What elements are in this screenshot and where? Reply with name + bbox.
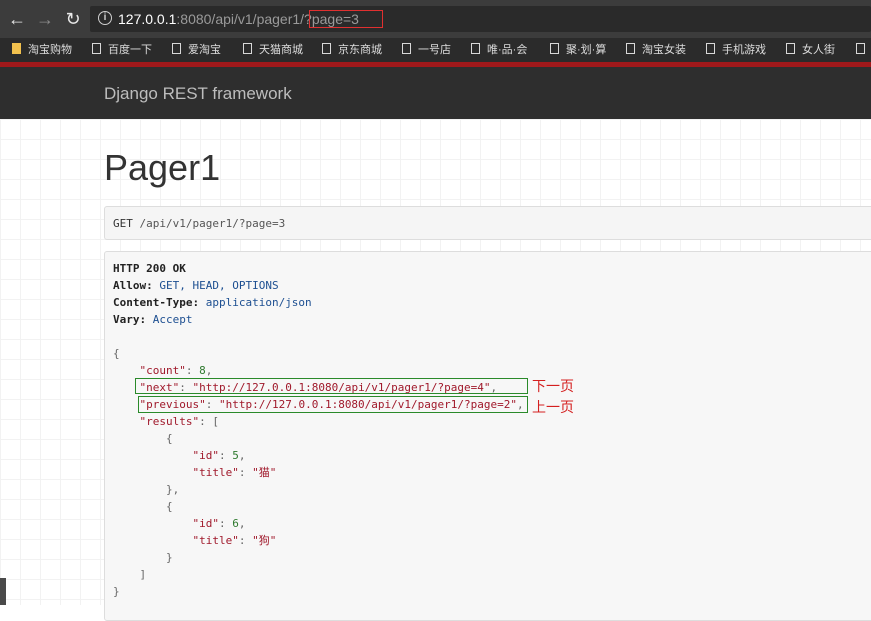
page-icon <box>856 43 865 54</box>
page-content: Pager1 GET /api/v1/pager1/?page=3 HTTP 2… <box>0 119 871 621</box>
page-icon <box>172 43 181 54</box>
bookmark-item[interactable]: 京东商城 <box>322 42 382 58</box>
page-icon <box>706 43 715 54</box>
request-info: GET /api/v1/pager1/?page=3 <box>104 206 871 240</box>
response-header: Content-Type: application/json <box>113 296 312 309</box>
bookmark-label: 京东商城 <box>338 44 382 56</box>
response-header: Allow: GET, HEAD, OPTIONS <box>113 279 279 292</box>
bookmarks-bar: 淘宝购物 百度一下 爱淘宝 天猫商城 京东商城 一号店 唯·品·会 聚·划·算 … <box>0 38 871 62</box>
drf-navbar: Django REST framework <box>0 67 871 119</box>
info-icon[interactable]: i <box>98 11 112 25</box>
bookmark-label: 天猫商城 <box>259 44 303 56</box>
bookmark-label: 聚·划·算 <box>566 44 607 56</box>
bookmark-item[interactable]: 淘宝女装 <box>626 42 686 58</box>
bookmark-item[interactable]: 爱淘宝 <box>172 42 221 58</box>
json-item-title: "title": "猫" <box>192 466 277 479</box>
bookmark-label: 百度一下 <box>108 44 152 56</box>
page-icon <box>471 43 480 54</box>
request-method: GET <box>113 217 133 230</box>
url-host: 127.0.0.1 <box>118 11 177 27</box>
forward-icon[interactable]: → <box>34 8 56 30</box>
json-results-close: ] <box>139 568 147 581</box>
page-icon <box>402 43 411 54</box>
bookmark-label: 女人街 <box>802 44 835 56</box>
next-page-annotation: 下一页 <box>532 378 574 394</box>
url-query-highlight <box>309 10 383 28</box>
bookmark-item[interactable]: 手机游戏 <box>706 42 766 58</box>
previous-highlight-box <box>138 396 528 413</box>
bookmark-label: 淘宝购物 <box>28 44 72 56</box>
address-bar[interactable]: i 127.0.0.1:8080/api/v1/pager1/?page=3 <box>90 6 871 32</box>
bookmark-item[interactable]: 淘宝购物 <box>12 42 72 58</box>
json-open-brace: { <box>113 347 120 360</box>
json-item-id: "id": 5, <box>192 449 246 462</box>
bookmark-item[interactable]: 百度一下 <box>92 42 152 58</box>
response-info: HTTP 200 OK Allow: GET, HEAD, OPTIONS Co… <box>104 251 871 621</box>
folder-icon <box>12 43 21 54</box>
json-item-id: "id": 6, <box>192 517 246 530</box>
page-title: Pager1 <box>104 147 221 188</box>
bookmark-label: 唯·品·会 <box>487 44 528 56</box>
bookmark-item[interactable]: 一号店 <box>402 42 451 58</box>
brand-link[interactable]: Django REST framework <box>104 84 292 104</box>
json-count-line: "count": 8, <box>139 364 213 377</box>
page-icon <box>243 43 252 54</box>
response-status: HTTP 200 OK <box>113 262 186 275</box>
page-icon <box>92 43 101 54</box>
bookmark-overflow[interactable] <box>856 42 871 58</box>
request-line: GET /api/v1/pager1/?page=3 <box>113 217 285 230</box>
bookmark-label: 手机游戏 <box>722 44 766 56</box>
url-path: :8080/api/v1/pager1/ <box>176 11 305 27</box>
page-icon <box>626 43 635 54</box>
page-icon <box>322 43 331 54</box>
json-close-brace: } <box>113 585 120 598</box>
bookmark-label: 一号店 <box>418 44 451 56</box>
bookmark-label: 爱淘宝 <box>188 44 221 56</box>
browser-toolbar: ← → ↻ i 127.0.0.1:8080/api/v1/pager1/?pa… <box>0 0 871 38</box>
bookmark-item[interactable]: 唯·品·会 <box>471 42 527 58</box>
back-icon[interactable]: ← <box>6 8 28 30</box>
json-item-title: "title": "狗" <box>192 534 277 547</box>
bookmark-item[interactable]: 女人街 <box>786 42 835 58</box>
request-path: /api/v1/pager1/?page=3 <box>139 217 286 230</box>
page-icon <box>786 43 795 54</box>
previous-page-annotation: 上一页 <box>532 399 574 415</box>
json-item-open: { <box>113 432 173 445</box>
scrollbar-thumb[interactable] <box>0 578 6 605</box>
json-item-open: { <box>113 500 173 513</box>
next-highlight-box <box>135 378 528 394</box>
json-item-close: } <box>113 551 173 564</box>
page-icon <box>550 43 559 54</box>
json-item-close: }, <box>113 483 180 496</box>
bookmark-item[interactable]: 天猫商城 <box>243 42 303 58</box>
bookmark-label: 淘宝女装 <box>642 44 686 56</box>
bookmark-item[interactable]: 聚·划·算 <box>550 42 606 58</box>
reload-icon[interactable]: ↻ <box>62 8 84 30</box>
json-results-line: "results": [ <box>139 415 219 428</box>
response-header: Vary: Accept <box>113 313 193 326</box>
